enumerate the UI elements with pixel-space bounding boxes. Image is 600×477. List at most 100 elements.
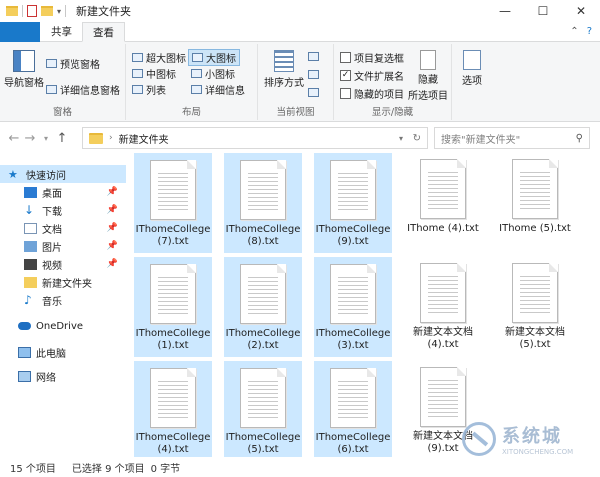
nav-desktop[interactable]: 桌面 📌 — [0, 183, 126, 201]
address-dropdown-icon[interactable]: ▾ — [399, 134, 403, 143]
pin-icon: 📌 — [106, 259, 118, 269]
selection-size: 0 字节 — [150, 463, 181, 475]
options-group: 选项 — [452, 44, 492, 120]
options-button[interactable]: 选项 — [458, 50, 486, 87]
status-bar: 15 个项目 已选择 9 个项目 0 字节 — [0, 457, 600, 477]
add-columns-button[interactable] — [308, 70, 319, 79]
file-item[interactable]: IThomeCollege (7).txt — [134, 153, 212, 253]
nav-videos-label: 视频 — [42, 260, 62, 272]
hidden-items-checkbox[interactable] — [340, 88, 351, 99]
tab-view[interactable]: 查看 — [82, 22, 125, 42]
layout-small-icons[interactable]: 小图标 — [191, 66, 235, 81]
item-checkboxes-checkbox[interactable] — [340, 52, 351, 63]
nav-quick-access[interactable]: ★ 快速访问 — [0, 165, 126, 183]
nav-desktop-label: 桌面 — [42, 188, 62, 200]
file-item[interactable]: IThomeCollege (6).txt — [314, 361, 392, 457]
back-arrow-icon[interactable]: ← — [6, 131, 22, 146]
file-name: IThome (4).txt — [407, 223, 479, 234]
group-by-button[interactable] — [308, 52, 319, 61]
nav-pane-button[interactable]: 导航窗格 — [4, 50, 44, 89]
search-icon: ⚲ — [575, 132, 583, 144]
help-icon[interactable]: ? — [587, 26, 592, 37]
pin-icon: 📌 — [106, 205, 118, 215]
up-arrow-icon[interactable]: ↑ — [54, 131, 70, 146]
properties-icon[interactable] — [27, 5, 37, 17]
hide-selected-button[interactable]: 隐藏 所选项目 — [408, 50, 448, 102]
nav-documents[interactable]: 文档 📌 — [0, 219, 126, 237]
watermark-text: 系统城 XITONGCHENG.COM — [502, 422, 573, 456]
item-checkboxes-toggle[interactable]: 项目复选框 — [340, 50, 404, 65]
layout-details[interactable]: 详细信息 — [191, 82, 245, 97]
search-box[interactable]: 搜索"新建文件夹" ⚲ — [434, 127, 590, 149]
new-folder-icon[interactable] — [41, 6, 53, 16]
file-item[interactable]: IThomeCollege (2).txt — [224, 257, 302, 357]
hide-selected-label-2: 所选项目 — [408, 91, 448, 102]
hidden-items-label: 隐藏的项目 — [354, 90, 404, 101]
file-extensions-checkbox[interactable]: ✓ — [340, 70, 351, 81]
xlarge-icons-icon — [132, 53, 143, 62]
nav-music[interactable]: ♪ 音乐 — [0, 291, 126, 309]
small-icons-label: 小图标 — [205, 70, 235, 81]
pane-group: 导航窗格 预览窗格 详细信息窗格 窗格 — [0, 44, 126, 120]
ribbon-controls: ⌃ ? — [570, 22, 600, 41]
customize-toolbar-icon[interactable]: ▾ — [57, 7, 61, 16]
sort-by-button[interactable]: 排序方式 — [264, 50, 304, 89]
file-name: IThomeCollege (5).txt — [225, 432, 301, 455]
window-controls: — ☐ ✕ — [486, 0, 600, 22]
layout-large-icons[interactable]: 大图标 — [188, 49, 240, 66]
minimize-button[interactable]: — — [486, 0, 524, 22]
file-item[interactable]: IThome (5).txt — [496, 153, 574, 253]
recent-locations-icon[interactable]: ▾ — [38, 134, 54, 143]
maximize-button[interactable]: ☐ — [524, 0, 562, 22]
forward-arrow-icon[interactable]: → — [22, 131, 38, 146]
medium-icons-icon — [132, 69, 143, 78]
file-name: IThomeCollege (7).txt — [135, 224, 211, 247]
layout-xlarge-icons[interactable]: 超大图标 — [132, 50, 186, 65]
details-pane-button[interactable]: 详细信息窗格 — [46, 82, 120, 97]
layout-list[interactable]: 列表 — [132, 82, 166, 97]
desktop-icon — [24, 186, 37, 198]
nav-pictures[interactable]: 图片 📌 — [0, 237, 126, 255]
tab-share[interactable]: 共享 — [41, 22, 82, 41]
pin-icon: 📌 — [106, 187, 118, 197]
file-item[interactable]: IThomeCollege (5).txt — [224, 361, 302, 457]
file-name: IThomeCollege (8).txt — [225, 224, 301, 247]
nav-onedrive[interactable]: OneDrive — [0, 317, 126, 335]
small-icons-icon — [191, 69, 202, 78]
file-item[interactable]: IThomeCollege (3).txt — [314, 257, 392, 357]
file-list: IThomeCollege (7).txt IThomeCollege (8).… — [126, 153, 600, 457]
file-name: IThomeCollege (6).txt — [315, 432, 391, 455]
file-item[interactable]: 新建文本文档 (5).txt — [496, 257, 574, 357]
watermark-main: 系统城 — [502, 426, 562, 447]
file-extensions-label: 文件扩展名 — [354, 72, 404, 83]
nav-new-folder[interactable]: 新建文件夹 — [0, 273, 126, 291]
preview-pane-button[interactable]: 预览窗格 — [46, 56, 100, 71]
size-columns-button[interactable] — [308, 88, 319, 97]
details-pane-icon — [46, 85, 57, 94]
file-name: 新建文本文档 (4).txt — [413, 327, 473, 350]
pictures-icon — [24, 240, 37, 252]
hidden-items-toggle[interactable]: 隐藏的项目 — [340, 86, 404, 101]
text-file-icon — [512, 263, 558, 323]
collapse-ribbon-icon[interactable]: ⌃ — [570, 26, 578, 37]
file-item[interactable]: IThomeCollege (9).txt — [314, 153, 392, 253]
close-button[interactable]: ✕ — [562, 0, 600, 22]
ribbon: 导航窗格 预览窗格 详细信息窗格 窗格 超大图标 大图标 中图标 小图标 列表 … — [0, 42, 600, 122]
music-icon: ♪ — [24, 292, 32, 307]
file-name: IThomeCollege (2).txt — [225, 328, 301, 351]
folder-icon — [89, 132, 103, 144]
file-name: 新建文本文档 (5).txt — [505, 327, 565, 350]
address-bar[interactable]: › 新建文件夹 ▾ ↻ — [82, 127, 428, 149]
nav-this-pc[interactable]: 此电脑 — [0, 343, 126, 361]
file-item[interactable]: IThome (4).txt — [404, 153, 482, 253]
file-item[interactable]: 新建文本文档 (4).txt — [404, 257, 482, 357]
file-item[interactable]: IThomeCollege (1).txt — [134, 257, 212, 357]
file-item[interactable]: IThomeCollege (8).txt — [224, 153, 302, 253]
refresh-icon[interactable]: ↻ — [413, 133, 421, 144]
file-item[interactable]: IThomeCollege (4).txt — [134, 361, 212, 457]
nav-downloads[interactable]: ↓ 下载 📌 — [0, 201, 126, 219]
nav-videos[interactable]: 视频 📌 — [0, 255, 126, 273]
file-extensions-toggle[interactable]: ✓ 文件扩展名 — [340, 68, 404, 83]
layout-medium-icons[interactable]: 中图标 — [132, 66, 176, 81]
nav-network[interactable]: 网络 — [0, 367, 126, 385]
